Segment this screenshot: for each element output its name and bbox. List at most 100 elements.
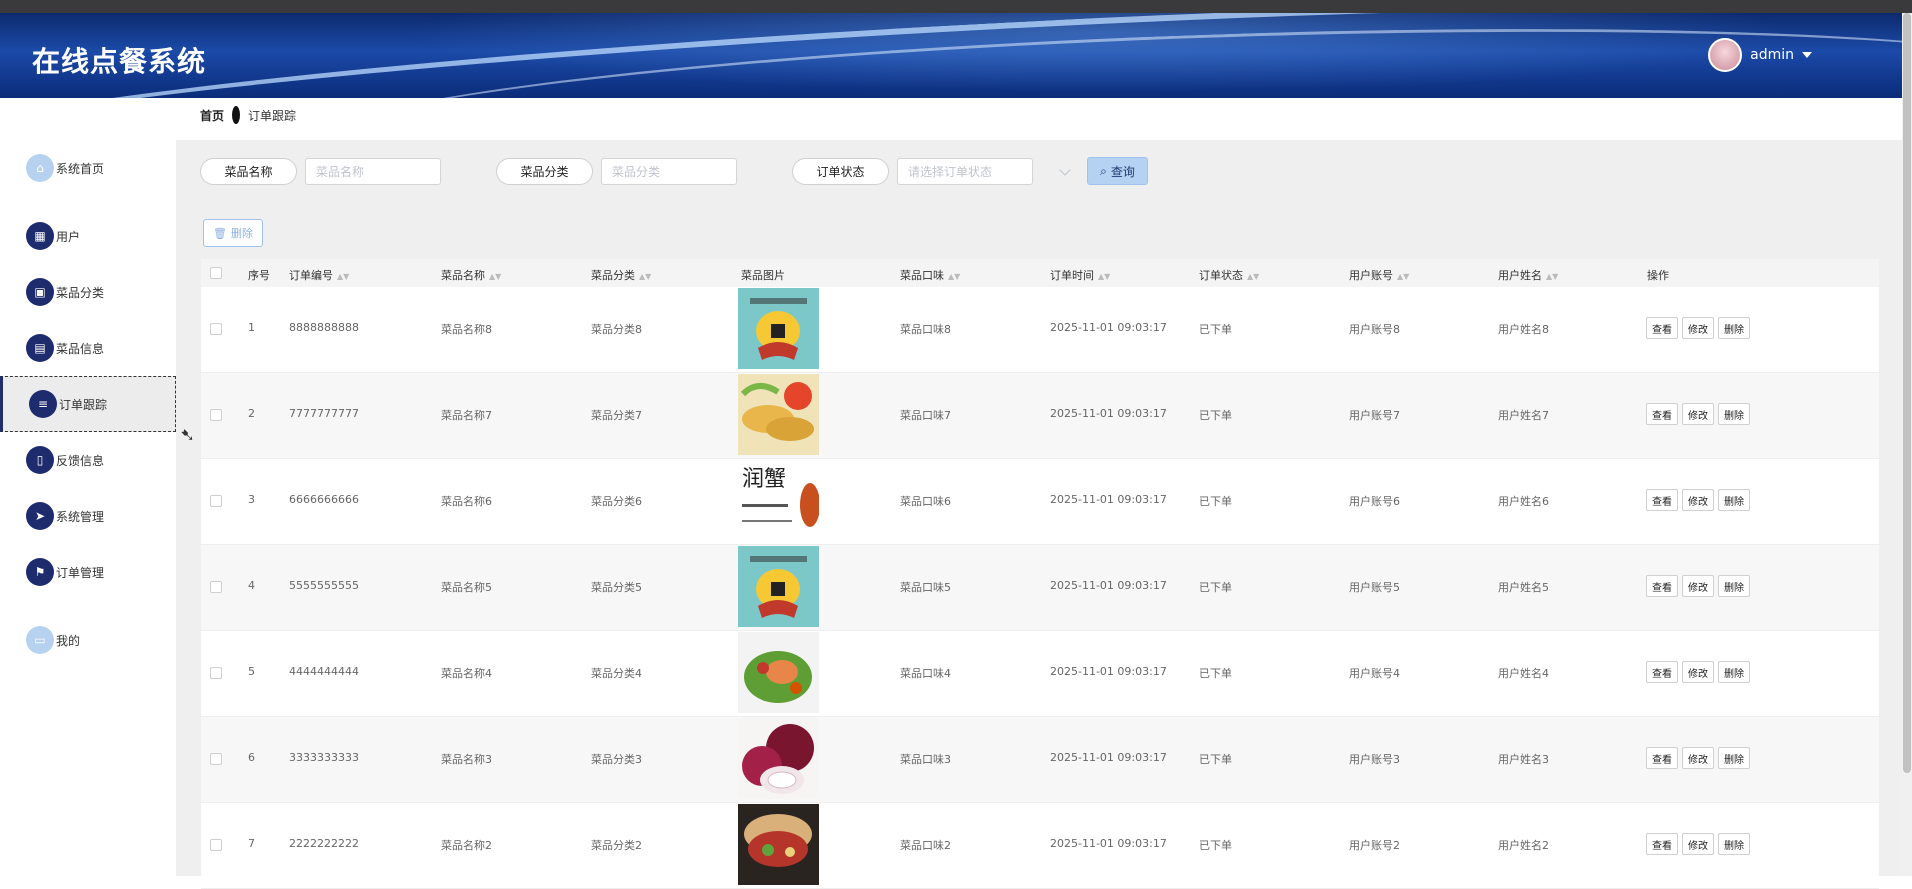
batch-delete-button[interactable]: 🗑 删除 (203, 219, 263, 247)
delete-button[interactable]: 删除 (1718, 747, 1750, 769)
edit-button[interactable]: 修改 (1682, 403, 1714, 425)
row-checkbox[interactable] (210, 753, 222, 765)
row-checkbox[interactable] (210, 409, 222, 421)
view-button[interactable]: 查看 (1646, 747, 1678, 769)
sidebar-item-label: 用户 (56, 229, 81, 244)
order-status: 已下单 (1199, 323, 1232, 336)
query-button[interactable]: ⌕ 查询 (1087, 157, 1148, 185)
order-time: 2025-11-01 09:03:17 (1050, 751, 1167, 764)
col-header: 菜品图片 (741, 269, 785, 282)
send-icon: ➤ (26, 502, 54, 530)
avatar[interactable] (1708, 38, 1743, 72)
order-number: 6666666666 (289, 493, 359, 506)
edit-button[interactable]: 修改 (1682, 661, 1714, 683)
sidebar-item-label: 系统管理 (56, 509, 105, 524)
dish-taste: 菜品口味7 (900, 409, 951, 422)
user-account: 用户账号8 (1349, 323, 1400, 336)
view-button[interactable]: 查看 (1646, 833, 1678, 855)
user-account: 用户账号7 (1349, 409, 1400, 422)
dish-name-input[interactable] (305, 158, 441, 185)
order-number: 3333333333 (289, 751, 359, 764)
home-icon: ⌂ (26, 154, 54, 182)
breadcrumb-home[interactable]: 首页 (200, 107, 224, 124)
status-label: 订单状态 (792, 158, 889, 185)
table-row: 2 7777777777 菜品名称7 菜品分类7 菜品口味7 2025-11-0… (201, 373, 1879, 459)
dish-image[interactable] (738, 288, 819, 369)
sidebar-item-dish-category[interactable]: ▣ 菜品分类 (0, 264, 176, 320)
col-header[interactable]: 菜品口味 ▲▼ (900, 267, 960, 283)
table-header: 序号 订单编号 ▲▼ 菜品名称 ▲▼ 菜品分类 ▲▼ 菜品图片 菜品口味 ▲▼ 订单时间… (201, 259, 1879, 287)
dish-image[interactable] (738, 718, 819, 799)
col-header[interactable]: 订单时间 ▲▼ (1050, 267, 1110, 283)
col-header[interactable]: 用户姓名 ▲▼ (1498, 267, 1558, 283)
username[interactable]: admin (1750, 47, 1794, 63)
delete-button[interactable]: 删除 (1718, 575, 1750, 597)
orders-table: 序号 订单编号 ▲▼ 菜品名称 ▲▼ 菜品分类 ▲▼ 菜品图片 菜品口味 ▲▼ 订单时间… (201, 259, 1879, 889)
status-select[interactable] (897, 158, 1033, 185)
edit-button[interactable]: 修改 (1682, 833, 1714, 855)
category-input[interactable] (601, 158, 737, 185)
edit-button[interactable]: 修改 (1682, 489, 1714, 511)
dish-taste: 菜品口味4 (900, 667, 951, 680)
sidebar-item-dish-info[interactable]: ▤ 菜品信息 (0, 320, 176, 376)
user-name: 用户姓名4 (1498, 667, 1549, 680)
dish-image[interactable] (738, 804, 819, 885)
select-all-checkbox[interactable] (210, 267, 222, 279)
edit-button[interactable]: 修改 (1682, 317, 1714, 339)
order-number: 2222222222 (289, 837, 359, 850)
row-checkbox[interactable] (210, 667, 222, 679)
scrollbar-thumb[interactable] (1903, 13, 1911, 773)
view-button[interactable]: 查看 (1646, 489, 1678, 511)
flag-icon: ⚑ (26, 558, 54, 586)
row-checkbox[interactable] (210, 581, 222, 593)
col-header[interactable]: 用户账号 ▲▼ (1349, 267, 1409, 283)
order-status: 已下单 (1199, 839, 1232, 852)
user-menu[interactable]: admin (1708, 38, 1812, 72)
dish-image[interactable] (738, 632, 819, 713)
order-status: 已下单 (1199, 667, 1232, 680)
delete-button[interactable]: 删除 (1718, 661, 1750, 683)
col-header[interactable]: 订单状态 ▲▼ (1199, 267, 1259, 283)
sidebar-item-order-tracking[interactable]: ≡ 订单跟踪 (0, 376, 176, 432)
col-header[interactable]: 订单编号 ▲▼ (289, 267, 349, 283)
col-header[interactable]: 菜品分类 ▲▼ (591, 267, 651, 283)
breadcrumb: 首页 订单跟踪 (200, 106, 296, 124)
view-button[interactable]: 查看 (1646, 317, 1678, 339)
delete-button[interactable]: 删除 (1718, 317, 1750, 339)
sidebar-item-feedback[interactable]: ▯ 反馈信息 (0, 432, 176, 488)
row-checkbox[interactable] (210, 323, 222, 335)
view-button[interactable]: 查看 (1646, 403, 1678, 425)
row-actions: 查看 修改 删除 (1646, 661, 1750, 683)
delete-button[interactable]: 删除 (1718, 489, 1750, 511)
delete-button[interactable]: 删除 (1718, 403, 1750, 425)
view-button[interactable]: 查看 (1646, 575, 1678, 597)
edit-button[interactable]: 修改 (1682, 575, 1714, 597)
sort-icon: ▲▼ (489, 272, 502, 281)
dish-name: 菜品名称8 (441, 323, 492, 336)
delete-button[interactable]: 删除 (1718, 833, 1750, 855)
edit-button[interactable]: 修改 (1682, 747, 1714, 769)
sidebar-item-mine[interactable]: ▭ 我的 (0, 612, 176, 668)
sidebar-item-home[interactable]: ⌂ 系统首页 (0, 140, 176, 196)
order-status: 已下单 (1199, 409, 1232, 422)
table-row: 1 8888888888 菜品名称8 菜品分类8 菜品口味8 2025-11-0… (201, 287, 1879, 373)
mouse-cursor-icon: ➷ (180, 425, 196, 446)
sidebar-item-label: 菜品信息 (56, 341, 105, 356)
dish-taste: 菜品口味8 (900, 323, 951, 336)
dish-category: 菜品分类2 (591, 839, 642, 852)
dish-image[interactable] (738, 546, 819, 627)
sidebar-item-users[interactable]: ▦ 用户 (0, 208, 176, 264)
page-scrollbar[interactable] (1902, 13, 1912, 876)
dish-image[interactable] (738, 374, 819, 455)
sidebar-item-order-management[interactable]: ⚑ 订单管理 (0, 544, 176, 600)
row-checkbox[interactable] (210, 839, 222, 851)
row-checkbox[interactable] (210, 495, 222, 507)
col-header[interactable]: 菜品名称 ▲▼ (441, 267, 501, 283)
row-index: 7 (248, 837, 255, 850)
dish-image[interactable]: 润蟹 (738, 460, 820, 541)
chevron-down-icon[interactable] (1802, 52, 1812, 58)
sidebar-item-system[interactable]: ➤ 系统管理 (0, 488, 176, 544)
view-button[interactable]: 查看 (1646, 661, 1678, 683)
app-title: 在线点餐系统 (32, 45, 207, 78)
dish-taste: 菜品口味6 (900, 495, 951, 508)
